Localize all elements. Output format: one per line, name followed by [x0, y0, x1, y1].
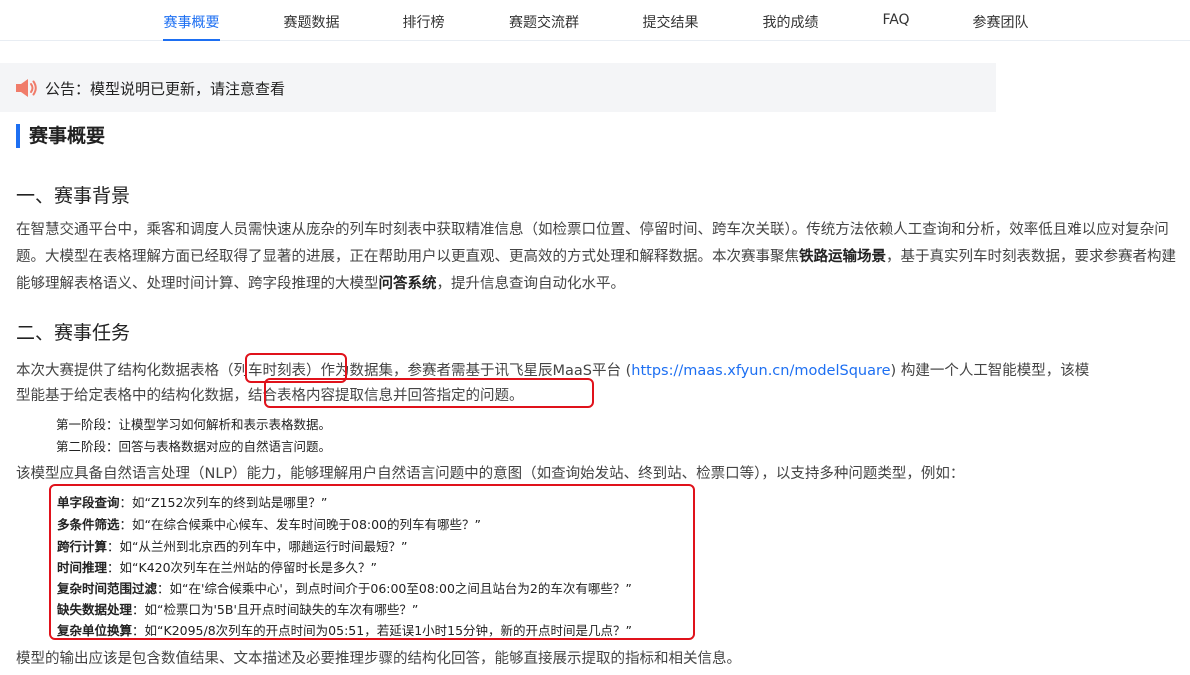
- stage-1: 第一阶段：让模型学习如何解析和表示表格数据。: [56, 417, 332, 432]
- notice-bar: 公告：模型说明已更新，请注意查看: [0, 63, 996, 112]
- example-text: ：如“K2095/8次列车的开点时间为05:51，若延误1小时15分钟，新的开点…: [132, 623, 633, 638]
- tab-leaderboard[interactable]: 排行榜: [402, 12, 445, 41]
- example-item: 缺失数据处理：如“检票口为'5B'且开点时间缺失的车次有哪些？”: [57, 599, 418, 618]
- task-line1-post: ) 构建一个人工智能模型，该模: [890, 363, 1090, 379]
- example-text: ：如“K420次列车在兰州站的停留时长是多久？”: [107, 560, 378, 575]
- top-nav: 赛事概要 赛题数据 排行榜 赛题交流群 提交结果 我的成绩 FAQ 参赛团队: [0, 0, 1190, 41]
- example-label: 跨行计算: [57, 539, 108, 554]
- background-bold-b: 问答系统: [378, 276, 437, 292]
- example-item: 时间推理：如“K420次列车在兰州站的停留时长是多久？”: [57, 557, 377, 576]
- maas-link[interactable]: https://maas.xfyun.cn/modelSquare: [631, 363, 890, 379]
- example-text: ：如“检票口为'5B'且开点时间缺失的车次有哪些？”: [132, 602, 419, 617]
- speaker-icon: [16, 79, 37, 97]
- example-item: 单字段查询：如“Z152次列车的终到站是哪里？”: [57, 492, 327, 511]
- task-line1-pre: 本次大赛提供了结构化数据表格: [16, 363, 219, 379]
- notice-text: 公告：模型说明已更新，请注意查看: [45, 80, 286, 98]
- example-text: ：如“Z152次列车的终到站是哪里？”: [119, 495, 328, 510]
- tab-faq[interactable]: FAQ: [882, 12, 910, 41]
- output-note: 模型的输出应该是包含数值结果、文本描述及必要推理步骤的结构化回答，能够直接展示提…: [16, 651, 741, 667]
- stage-2: 第二阶段：回答与表格数据对应的自然语言问题。: [56, 439, 332, 454]
- task-line1-boxed: （列车时刻表）: [219, 363, 321, 379]
- task-line-1: 本次大赛提供了结构化数据表格（列车时刻表）作为数据集，参赛者需基于讯飞星辰Maa…: [16, 359, 1089, 380]
- tab-my-scores[interactable]: 我的成绩: [762, 12, 819, 41]
- example-item: 复杂单位换算：如“K2095/8次列车的开点时间为05:51，若延误1小时15分…: [57, 620, 632, 639]
- example-text: ：如“在综合候乘中心候车、发车时间晚于08:00的列车有哪些？”: [119, 517, 481, 532]
- section-background-heading: 一、赛事背景: [16, 185, 131, 207]
- example-item: 多条件筛选：如“在综合候乘中心候车、发车时间晚于08:00的列车有哪些？”: [57, 514, 481, 533]
- example-text: ：如“在'综合候乘中心'，到点时间介于06:00至08:00之间且站台为2的车次…: [157, 581, 632, 596]
- tab-data[interactable]: 赛题数据: [283, 12, 340, 41]
- example-text: ：如“从兰州到北京西的列车中，哪趟运行时间最短？”: [107, 539, 408, 554]
- example-label: 时间推理: [57, 560, 108, 575]
- capability-text: 该模型应具备自然语言处理（NLP）能力，能够理解用户自然语言问题中的意图（如查询…: [16, 466, 965, 482]
- example-label: 复杂时间范围过滤: [57, 581, 158, 596]
- example-label: 缺失数据处理: [57, 602, 133, 617]
- tab-submit[interactable]: 提交结果: [642, 12, 699, 41]
- page-title: 赛事概要: [16, 124, 105, 148]
- background-text-c: ，提升信息查询自动化水平。: [436, 276, 626, 292]
- example-label: 单字段查询: [57, 495, 120, 510]
- example-label: 多条件筛选: [57, 517, 120, 532]
- task-line2-boxed: 结合表格内容提取信息并回答指定的问题。: [248, 388, 524, 404]
- task-line2-pre: 型能基于给定表格中的结构化数据，: [16, 388, 248, 404]
- background-paragraph: 在智慧交通平台中，乘客和调度人员需快速从庞杂的列车时刻表中获取精准信息（如检票口…: [16, 217, 1176, 298]
- task-line-2: 型能基于给定表格中的结构化数据，结合表格内容提取信息并回答指定的问题。: [16, 384, 524, 405]
- background-bold-a: 铁路运输场景: [799, 249, 886, 265]
- task-line1-mid: 作为数据集，参赛者需基于讯飞星辰MaaS平台 (: [320, 363, 632, 379]
- example-item: 跨行计算：如“从兰州到北京西的列车中，哪趟运行时间最短？”: [57, 536, 407, 555]
- example-label: 复杂单位换算: [57, 623, 133, 638]
- tab-teams[interactable]: 参赛团队: [972, 12, 1029, 41]
- tab-overview[interactable]: 赛事概要: [163, 12, 220, 41]
- tab-discussion-group[interactable]: 赛题交流群: [508, 12, 580, 41]
- example-item: 复杂时间范围过滤：如“在'综合候乘中心'，到点时间介于06:00至08:00之间…: [57, 578, 632, 597]
- section-task-heading: 二、赛事任务: [16, 322, 131, 344]
